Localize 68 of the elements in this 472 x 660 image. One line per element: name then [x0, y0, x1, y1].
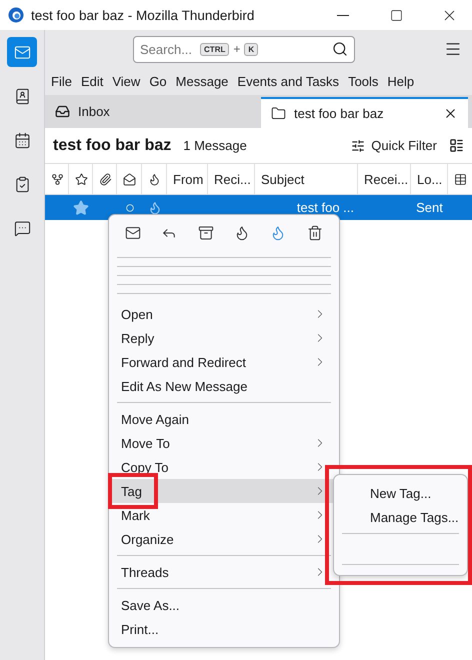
trash-icon — [306, 225, 323, 241]
column-picker-icon[interactable] — [454, 172, 467, 186]
menu-item[interactable]: Edit As New Message — [121, 378, 248, 394]
menu-item[interactable]: Threads — [121, 564, 169, 580]
flame-icon[interactable] — [148, 172, 161, 186]
sliders-icon — [351, 138, 366, 152]
menu-item[interactable]: Move To — [121, 436, 170, 450]
maximize-icon — [390, 8, 402, 22]
key-cap: CTRL — [200, 42, 230, 56]
menu-icon — [444, 40, 462, 58]
menu-item[interactable]: Events and Tasks — [237, 74, 340, 89]
plus-sign: + — [233, 42, 240, 56]
menu-item[interactable]: Message — [176, 74, 228, 89]
star-icon[interactable] — [75, 172, 88, 186]
envelope-icon[interactable] — [123, 172, 136, 186]
menu-item[interactable]: File — [51, 74, 72, 89]
search-placeholder: Search... — [140, 42, 192, 56]
column-header[interactable]: Subject — [255, 164, 358, 194]
column-header[interactable]: From — [167, 164, 208, 194]
thread-icon[interactable] — [51, 172, 64, 186]
menu-item[interactable]: Manage Tags... — [370, 510, 459, 524]
paperclip-icon[interactable] — [99, 172, 112, 186]
menu-item[interactable]: Help — [387, 74, 414, 89]
location-text: Sent — [416, 200, 443, 215]
menu-item[interactable]: New Tag... — [370, 486, 432, 500]
archive-icon — [198, 225, 214, 241]
menu-item[interactable]: Forward and Redirect — [121, 354, 246, 370]
address-book-icon — [14, 88, 30, 104]
key-cap: K — [244, 42, 258, 56]
quick-filter-button[interactable]: Quick Filter — [351, 138, 437, 153]
menu-item[interactable]: Copy To — [121, 460, 168, 474]
read-dot-icon[interactable] — [126, 204, 134, 212]
folder-title: test foo bar baz — [53, 136, 172, 154]
search-icon — [332, 41, 348, 57]
folder-icon — [271, 106, 286, 121]
column-header[interactable]: Lo... — [411, 164, 448, 194]
menu-item[interactable]: Mark — [121, 508, 150, 522]
menu-item[interactable]: Tag — [121, 484, 142, 498]
menu-item[interactable]: Save As... — [121, 598, 180, 612]
tab[interactable]: test foo bar baz — [261, 97, 468, 128]
search-field[interactable]: Search... CTRL + K — [133, 36, 355, 62]
envelope-icon — [125, 225, 142, 241]
star-icon[interactable] — [73, 200, 89, 216]
tasks-icon — [14, 176, 30, 192]
layout-icon[interactable] — [449, 138, 464, 153]
window-title: test foo bar baz - Mozilla Thunderbird — [31, 8, 256, 22]
menu-button[interactable] — [444, 40, 462, 58]
mail-icon — [14, 44, 30, 60]
inbox-icon — [55, 104, 70, 119]
tab[interactable]: Inbox — [45, 95, 245, 128]
app-logo-icon — [8, 7, 24, 23]
chat-bubble-icon — [14, 220, 30, 236]
subject-text: test foo ... — [296, 200, 354, 215]
menu-item[interactable]: Edit — [80, 74, 104, 89]
menu-item[interactable]: Tools — [348, 74, 378, 89]
menu-item[interactable]: Move Again — [121, 412, 189, 426]
menu-item[interactable]: Go — [149, 74, 167, 89]
menu-item[interactable]: Open — [121, 306, 153, 322]
column-header[interactable]: Recei... — [358, 164, 411, 194]
minimize-icon — [337, 14, 349, 16]
menu-item[interactable]: Organize — [121, 532, 174, 546]
column-header[interactable]: Reci... — [208, 164, 255, 194]
menu-item[interactable]: View — [112, 74, 140, 89]
menu-item[interactable]: Reply — [121, 330, 154, 346]
message-count: 1 Message — [183, 138, 248, 153]
mail-space-button[interactable] — [7, 37, 37, 67]
menu-item[interactable]: Print... — [121, 622, 159, 636]
calendar-icon — [14, 132, 30, 148]
